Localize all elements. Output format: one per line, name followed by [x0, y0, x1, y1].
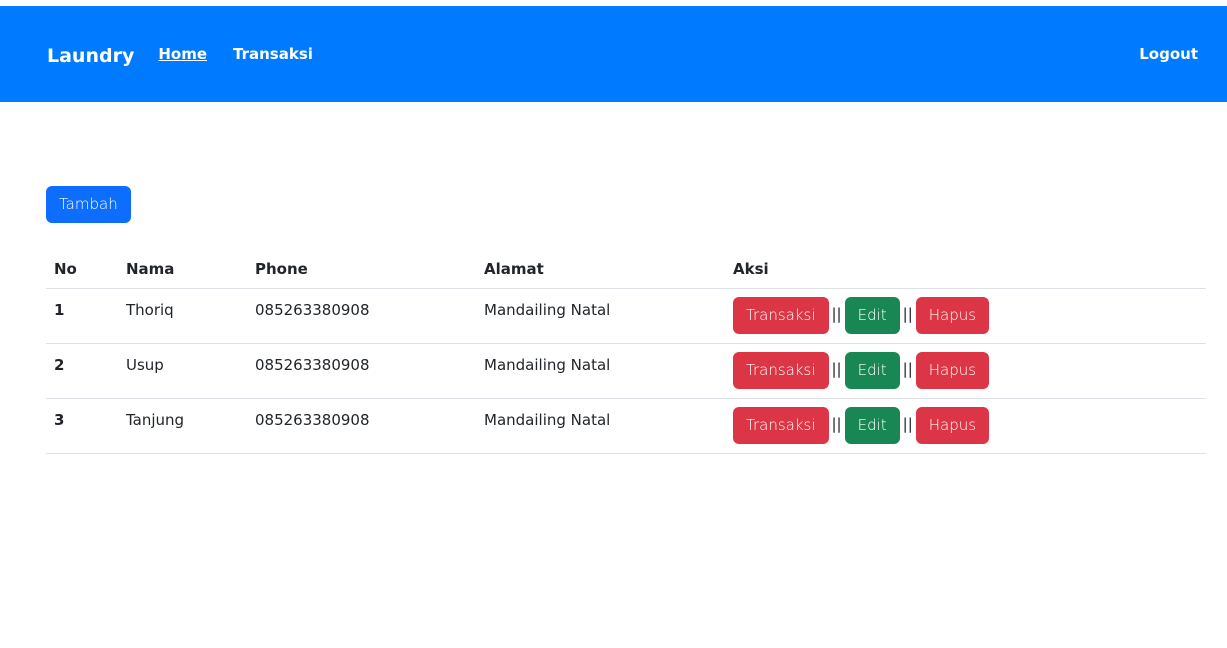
cell-aksi: Transaksi || Edit || Hapus: [725, 398, 1206, 454]
main-content: Tambah No Nama Phone Alamat Aksi 1 Thori…: [0, 102, 1227, 454]
action-separator: ||: [831, 360, 842, 378]
cell-nama: Tanjung: [118, 398, 247, 454]
table-row: 3 Tanjung 085263380908 Mandailing Natal …: [46, 398, 1206, 454]
nav-link-home[interactable]: Home: [158, 45, 207, 63]
cell-nama: Usup: [118, 343, 247, 399]
edit-button[interactable]: Edit: [844, 297, 900, 334]
hapus-button[interactable]: Hapus: [915, 407, 990, 444]
brand-link[interactable]: Laundry: [47, 45, 134, 67]
table-header-row: No Nama Phone Alamat Aksi: [46, 251, 1206, 289]
cell-aksi: Transaksi || Edit || Hapus: [725, 288, 1206, 344]
customer-table: No Nama Phone Alamat Aksi 1 Thoriq 08526…: [46, 251, 1206, 454]
transaksi-button[interactable]: Transaksi: [733, 297, 829, 334]
cell-no: 1: [46, 288, 118, 344]
header-aksi: Aksi: [725, 251, 1206, 289]
cell-no: 2: [46, 343, 118, 399]
hapus-button[interactable]: Hapus: [915, 297, 990, 334]
hapus-button[interactable]: Hapus: [915, 352, 990, 389]
nav-link-transaksi[interactable]: Transaksi: [233, 45, 313, 63]
cell-alamat: Mandailing Natal: [476, 343, 725, 399]
add-button[interactable]: Tambah: [46, 186, 131, 223]
header-nama: Nama: [118, 251, 247, 289]
cell-alamat: Mandailing Natal: [476, 288, 725, 344]
edit-button[interactable]: Edit: [844, 352, 900, 389]
action-separator: ||: [902, 305, 913, 323]
edit-button[interactable]: Edit: [844, 407, 900, 444]
header-no: No: [46, 251, 118, 289]
logout-link[interactable]: Logout: [1139, 45, 1198, 63]
action-separator: ||: [831, 415, 842, 433]
cell-phone: 085263380908: [247, 398, 476, 454]
cell-phone: 085263380908: [247, 343, 476, 399]
cell-alamat: Mandailing Natal: [476, 398, 725, 454]
header-phone: Phone: [247, 251, 476, 289]
action-separator: ||: [902, 360, 913, 378]
table-row: 2 Usup 085263380908 Mandailing Natal Tra…: [46, 343, 1206, 399]
cell-nama: Thoriq: [118, 288, 247, 344]
action-separator: ||: [902, 415, 913, 433]
cell-no: 3: [46, 398, 118, 454]
cell-phone: 085263380908: [247, 288, 476, 344]
navbar: Laundry Home Transaksi Logout: [0, 6, 1227, 102]
transaksi-button[interactable]: Transaksi: [733, 352, 829, 389]
transaksi-button[interactable]: Transaksi: [733, 407, 829, 444]
cell-aksi: Transaksi || Edit || Hapus: [725, 343, 1206, 399]
header-alamat: Alamat: [476, 251, 725, 289]
action-separator: ||: [831, 305, 842, 323]
table-row: 1 Thoriq 085263380908 Mandailing Natal T…: [46, 288, 1206, 344]
